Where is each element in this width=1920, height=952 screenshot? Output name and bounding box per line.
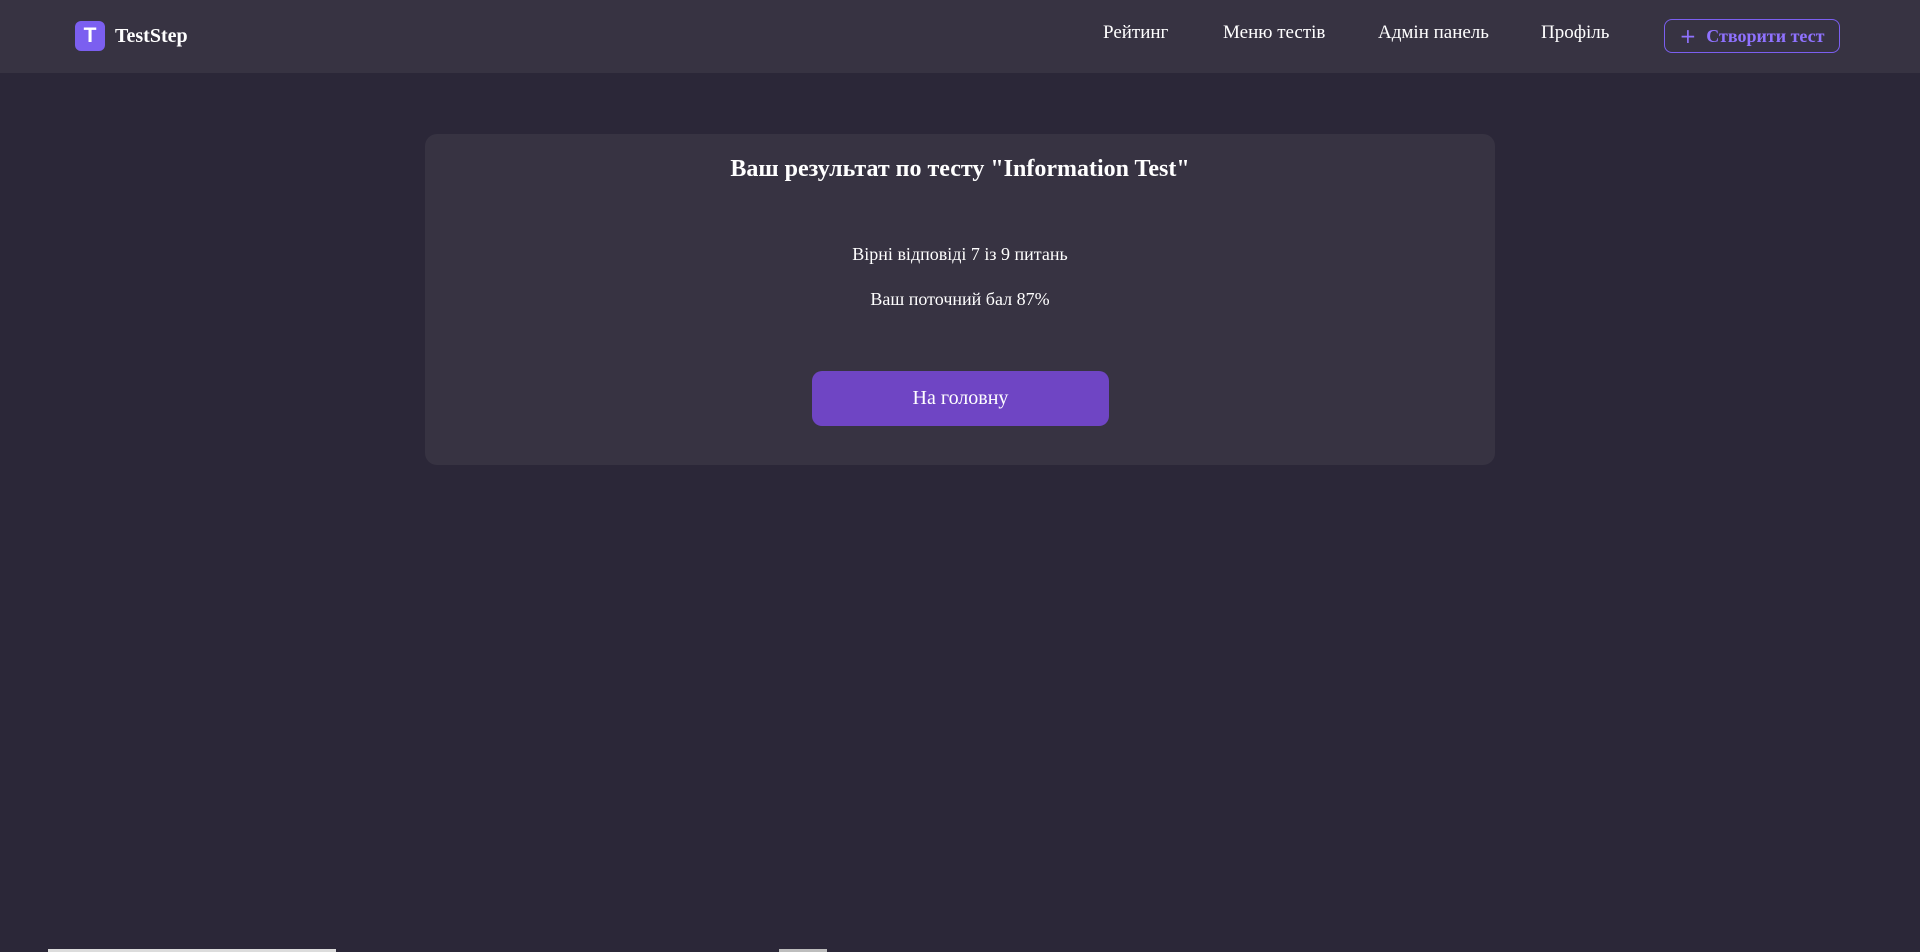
brand-link[interactable]: T TestStep (75, 21, 188, 51)
top-navbar: T TestStep Рейтинг Меню тестів Адмін пан… (0, 0, 1920, 73)
current-score-text: Ваш поточний бал 87% (870, 289, 1050, 309)
correct-answers-text: Вірні відповіді 7 із 9 питань (852, 244, 1068, 264)
brand-logo-icon: T (75, 21, 105, 51)
create-test-button[interactable]: + Створити тест (1664, 19, 1840, 53)
nav-link-profile[interactable]: Профіль (1541, 22, 1609, 44)
home-button[interactable]: На головну (812, 371, 1109, 426)
nav-link-admin-panel[interactable]: Адмін панель (1378, 22, 1489, 44)
nav-link-tests-menu[interactable]: Меню тестів (1223, 22, 1325, 44)
brand-name: TestStep (115, 24, 188, 47)
nav-link-rating[interactable]: Рейтинг (1103, 22, 1168, 44)
result-title: Ваш результат по тесту "Information Test… (730, 156, 1190, 182)
plus-icon: + (1679, 24, 1697, 48)
result-card: Ваш результат по тесту "Information Test… (425, 134, 1495, 465)
create-test-label: Створити тест (1706, 25, 1825, 46)
